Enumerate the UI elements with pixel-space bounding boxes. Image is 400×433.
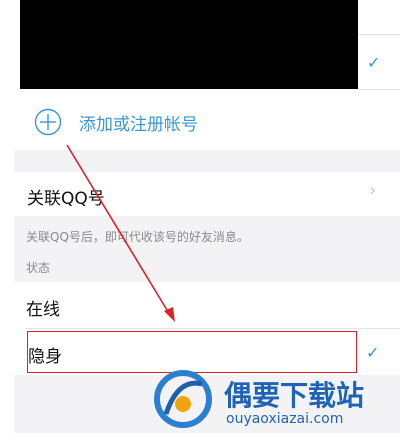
watermark: 偶要下载站 ouyaoxiazai.com [150, 368, 400, 433]
watermark-brand: 偶要下载站 [224, 379, 365, 412]
brand-logo-icon [154, 370, 212, 428]
watermark-url: ouyaoxiazai.com [226, 411, 344, 427]
